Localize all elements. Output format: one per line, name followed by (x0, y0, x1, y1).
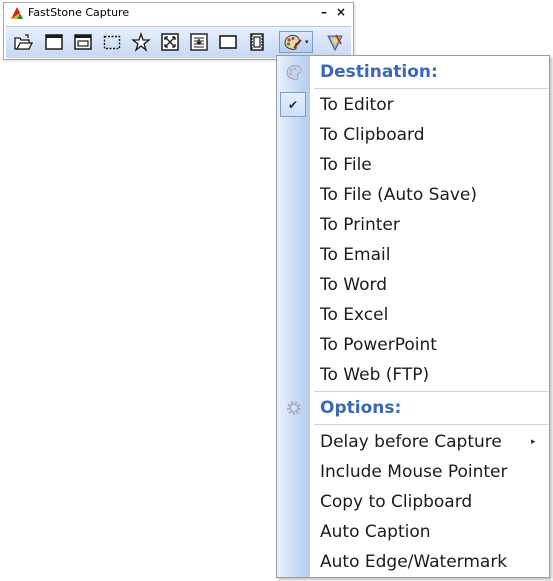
capture-fixed-region-icon (219, 35, 237, 49)
menu-item-delay-before-capture[interactable]: Delay before Capture ▸ (277, 427, 549, 457)
menu-item-copy-to-clipboard[interactable]: Copy to Clipboard (277, 487, 549, 517)
title-bar[interactable]: FastStone Capture – × (4, 3, 353, 23)
minimize-button[interactable]: – (317, 5, 331, 19)
chevron-down-icon: ▾ (305, 38, 309, 46)
capture-rectangular-region-icon (103, 35, 121, 50)
capture-scrolling-window-icon (190, 33, 208, 51)
menu-item-auto-edge-watermark[interactable]: Auto Edge/Watermark (277, 547, 549, 577)
capture-freehand-region-icon (131, 32, 151, 52)
menu-item-include-mouse-pointer[interactable]: Include Mouse Pointer (277, 457, 549, 487)
menu-item-to-editor[interactable]: ✔ To Editor (277, 90, 549, 120)
open-file-icon (14, 34, 33, 50)
menu-item-label: To Word (320, 275, 387, 295)
menu-item-label: Delay before Capture (320, 432, 502, 452)
output-destination-menu: Destination: ✔ To Editor To Clipboard To… (276, 55, 550, 578)
menu-item-label: To Web (FTP) (320, 365, 430, 385)
menu-item-label: Auto Caption (320, 522, 431, 542)
gear-icon (287, 401, 301, 415)
menu-item-to-printer[interactable]: To Printer (277, 210, 549, 240)
capture-freehand-region-button[interactable] (130, 31, 152, 53)
menu-item-label: To Editor (320, 95, 394, 115)
destination-palette-icon (286, 64, 302, 80)
menu-item-label: To Email (320, 245, 391, 265)
menu-item-to-email[interactable]: To Email (277, 240, 549, 270)
screen-recorder-button[interactable] (246, 31, 268, 53)
chevron-right-icon: ▸ (531, 437, 536, 447)
menu-item-to-file[interactable]: To File (277, 150, 549, 180)
capture-window-object-icon (74, 34, 92, 50)
settings-icon (327, 34, 343, 52)
capture-active-window-icon (45, 34, 63, 50)
menu-item-auto-caption[interactable]: Auto Caption (277, 517, 549, 547)
menu-item-to-file-auto-save[interactable]: To File (Auto Save) (277, 180, 549, 210)
menu-item-to-word[interactable]: To Word (277, 270, 549, 300)
faststone-logo-icon (11, 7, 23, 19)
capture-full-screen-button[interactable] (159, 31, 181, 53)
menu-item-to-web-ftp[interactable]: To Web (FTP) (277, 360, 549, 390)
capture-scrolling-window-button[interactable] (188, 31, 210, 53)
window-title: FastStone Capture (28, 6, 130, 19)
menu-item-label: To PowerPoint (320, 335, 437, 355)
capture-active-window-button[interactable] (43, 31, 65, 53)
menu-item-to-excel[interactable]: To Excel (277, 300, 549, 330)
menu-item-label: To File (Auto Save) (320, 185, 478, 205)
output-destination-button[interactable]: ▾ (279, 31, 313, 53)
options-header: Options: (277, 393, 549, 423)
destination-header: Destination: (277, 57, 549, 87)
menu-separator (314, 424, 548, 425)
faststone-capture-window: FastStone Capture – × ▾ (3, 2, 354, 60)
open-file-button[interactable] (12, 31, 34, 53)
menu-item-label: Copy to Clipboard (320, 492, 473, 512)
menu-item-to-powerpoint[interactable]: To PowerPoint (277, 330, 549, 360)
menu-item-label: To File (320, 155, 372, 175)
menu-item-label: To Clipboard (320, 125, 425, 145)
menu-item-label: Include Mouse Pointer (320, 462, 508, 482)
menu-item-to-clipboard[interactable]: To Clipboard (277, 120, 549, 150)
output-destination-icon (284, 34, 302, 50)
options-header-label: Options: (320, 398, 402, 418)
menu-separator (314, 88, 548, 89)
capture-full-screen-icon (161, 33, 179, 51)
capture-toolbar: ▾ (6, 26, 351, 58)
destination-header-label: Destination: (320, 62, 438, 82)
capture-rectangular-region-button[interactable] (101, 31, 123, 53)
checkmark-icon: ✔ (280, 92, 306, 117)
menu-item-label: Auto Edge/Watermark (320, 552, 508, 572)
close-button[interactable]: × (334, 5, 348, 19)
capture-fixed-region-button[interactable] (217, 31, 239, 53)
menu-separator (314, 391, 548, 392)
capture-window-object-button[interactable] (72, 31, 94, 53)
menu-item-label: To Printer (320, 215, 400, 235)
screen-recorder-icon (250, 33, 264, 51)
settings-button[interactable] (324, 31, 346, 53)
menu-item-label: To Excel (320, 305, 389, 325)
